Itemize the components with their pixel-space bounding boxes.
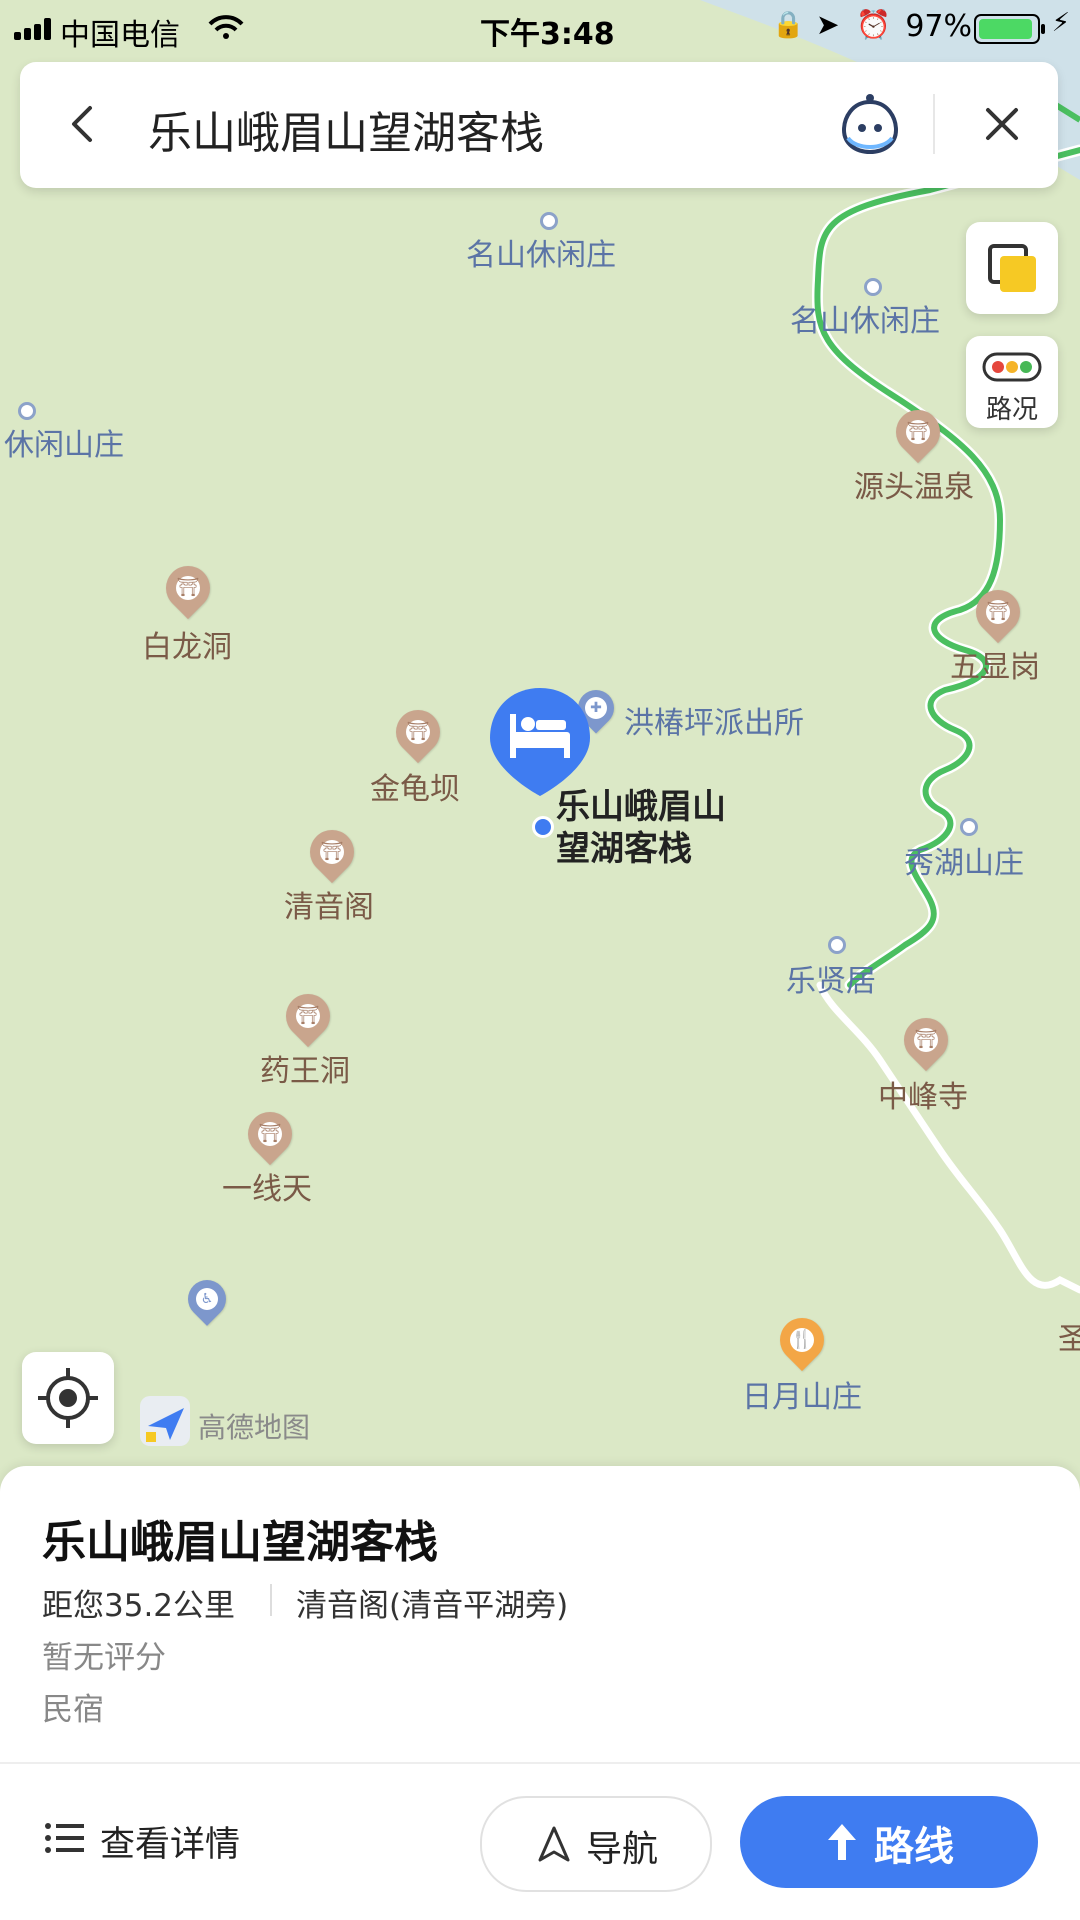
place-address: 清音阁(清音平湖旁) [296, 1588, 569, 1624]
poi-dot [540, 212, 558, 230]
locate-me-button[interactable] [22, 1352, 114, 1444]
route-arrow-icon [828, 1824, 856, 1860]
selected-label[interactable]: 乐山峨眉山 望湖客栈 [556, 786, 726, 870]
battery-percent: 97% [905, 9, 972, 44]
poi-dot [864, 278, 882, 296]
traffic-button[interactable]: 路况 [966, 336, 1058, 428]
poi-label[interactable]: 清音阁 [284, 882, 374, 926]
place-name: 乐山峨眉山望湖客栈 [42, 1517, 438, 1568]
signal-icon [14, 18, 56, 40]
place-detail-panel[interactable]: 乐山峨眉山望湖客栈 距您35.2公里 清音阁(清音平湖旁) 暂无评分 民宿 查看… [0, 1466, 1080, 1920]
poi-dot [18, 402, 36, 420]
battery-icon [974, 14, 1045, 44]
carrier-name: 中国电信 [60, 18, 180, 53]
poi-label[interactable]: 中峰寺 [878, 1072, 968, 1116]
status-bar: 中国电信 下午3:48 🔒 ➤ ⏰ 97% ⚡ [0, 0, 1080, 54]
layers-button[interactable] [966, 222, 1058, 314]
poi-label[interactable]: 一线天 [222, 1164, 312, 1208]
poi-label[interactable]: 药王洞 [260, 1046, 350, 1090]
poi-label[interactable]: 日月山庄 [742, 1372, 862, 1416]
panel-divider [0, 1762, 1080, 1764]
alarm-icon: ⏰ [856, 8, 891, 41]
location-arrow-icon: ➤ [816, 8, 840, 41]
navigate-button[interactable]: 导航 [480, 1796, 712, 1892]
selected-location-dot [532, 816, 554, 838]
navigate-label: 导航 [586, 1829, 659, 1870]
poi-dot [828, 936, 846, 954]
selected-label-line2: 望湖客栈 [556, 829, 692, 869]
close-icon[interactable] [978, 100, 1026, 148]
info-separator [270, 1584, 272, 1616]
charging-icon: ⚡ [1051, 8, 1070, 38]
traffic-label: 路况 [985, 395, 1038, 425]
poi-dot [960, 818, 978, 836]
search-separator [933, 94, 935, 154]
place-distance: 距您35.2公里 [42, 1588, 236, 1624]
poi-label[interactable]: 名山休闲庄 [790, 296, 940, 340]
poi-label[interactable]: 五显岗 [950, 642, 1040, 686]
navigation-arrow-icon [538, 1826, 570, 1862]
brand-name: 高德地图 [198, 1411, 311, 1444]
view-details-label: 查看详情 [100, 1825, 241, 1865]
poi-label[interactable]: 洪椿坪派出所 [624, 698, 804, 742]
layers-icon [988, 244, 1036, 292]
route-label: 路线 [874, 1824, 954, 1870]
lock-rotation-icon: 🔒 [772, 10, 805, 40]
poi-label[interactable]: 白龙洞 [142, 622, 232, 666]
poi-label[interactable]: 休闲山庄 [4, 420, 124, 464]
poi-label[interactable]: 名山休闲庄 [466, 230, 616, 274]
traffic-light-icon [982, 352, 1042, 382]
place-type: 民宿 [42, 1692, 104, 1728]
search-query[interactable]: 乐山峨眉山望湖客栈 [148, 97, 544, 161]
poi-label[interactable]: 乐贤居 [786, 956, 876, 1000]
map-view[interactable]: 名山休闲庄 名山休闲庄 休闲山庄 ⛩ 源头温泉 ⛩ 白龙洞 ⛩ 五显岗 ✚ 洪椿… [0, 0, 1080, 1500]
amap-logo-icon [140, 1396, 190, 1446]
search-bar[interactable]: 乐山峨眉山望湖客栈 [20, 62, 1058, 188]
chevron-left-icon[interactable] [60, 100, 108, 148]
poi-label[interactable]: 圣 [1058, 1314, 1080, 1358]
poi-label[interactable]: 秀湖山庄 [904, 838, 1024, 882]
wifi-icon [208, 15, 244, 39]
poi-label[interactable]: 源头温泉 [854, 462, 974, 506]
poi-label[interactable]: 金龟坝 [370, 764, 460, 808]
route-button[interactable]: 路线 [740, 1796, 1038, 1888]
place-rating: 暂无评分 [42, 1640, 166, 1676]
crosshair-icon [38, 1368, 98, 1428]
clock: 下午3:48 [480, 17, 615, 52]
list-icon [45, 1823, 84, 1853]
assistant-bot-icon[interactable] [838, 92, 902, 156]
selected-label-line1: 乐山峨眉山 [556, 787, 726, 827]
